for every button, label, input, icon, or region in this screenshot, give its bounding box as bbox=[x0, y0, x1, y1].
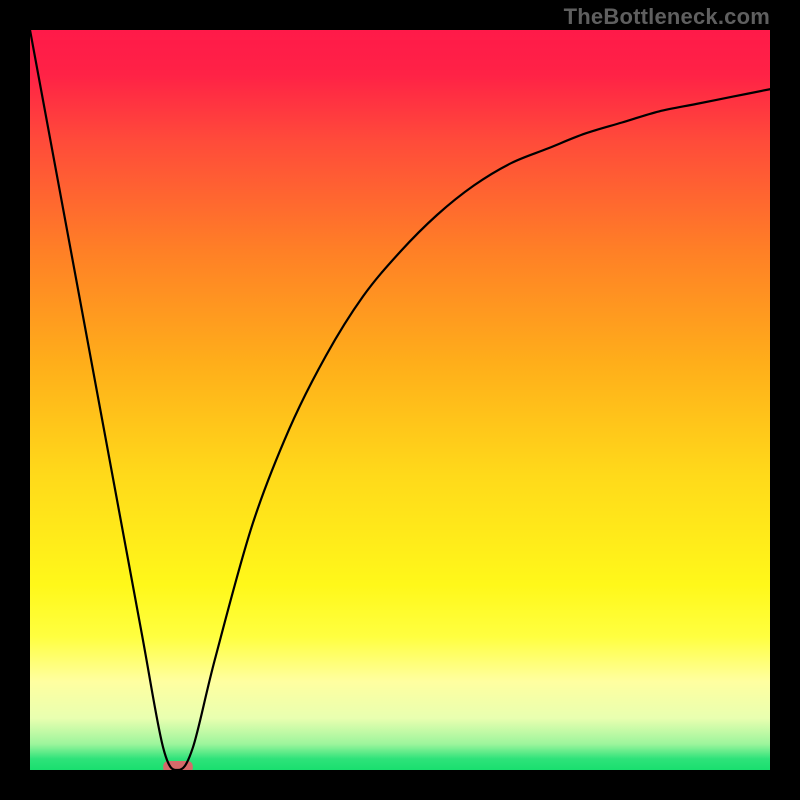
gradient-background bbox=[30, 30, 770, 770]
chart-frame: TheBottleneck.com bbox=[0, 0, 800, 800]
watermark-text: TheBottleneck.com bbox=[564, 4, 770, 30]
plot-area bbox=[30, 30, 770, 770]
bottleneck-chart bbox=[30, 30, 770, 770]
